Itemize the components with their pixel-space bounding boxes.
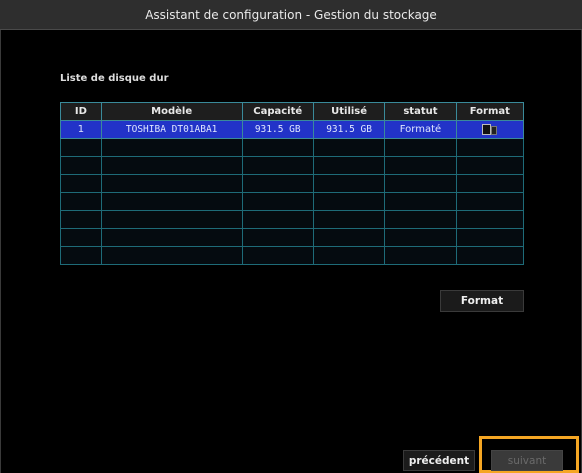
table-cell [455, 192, 525, 211]
next-button[interactable]: suivant [491, 450, 563, 471]
table-cell [384, 174, 457, 193]
table-cell [241, 156, 314, 175]
table-cell [241, 228, 314, 247]
table-cell [241, 210, 314, 229]
table-cell [60, 210, 102, 229]
column-header-capacity: Capacité [241, 102, 314, 121]
table-cell [384, 210, 457, 229]
table-cell [241, 192, 314, 211]
table-cell [312, 246, 386, 265]
column-header-id: ID [60, 102, 102, 121]
table-cell [60, 138, 102, 157]
window-title: Assistant de configuration - Gestion du … [145, 7, 437, 22]
table-cell [241, 138, 314, 157]
table-cell [312, 228, 386, 247]
table-cell [60, 174, 102, 193]
table-cell [312, 192, 386, 211]
table-cell [100, 246, 243, 265]
column-header-status: statut [384, 102, 457, 121]
table-cell [100, 228, 243, 247]
drive-format-icon[interactable] [481, 123, 498, 135]
cell-capacity: 931.5 GB [241, 120, 314, 139]
window-titlebar: Assistant de configuration - Gestion du … [0, 0, 582, 30]
table-cell [455, 246, 525, 265]
disk-list-label: Liste de disque dur [60, 73, 169, 84]
table-cell [312, 138, 386, 157]
table-cell [100, 174, 243, 193]
table-cell [455, 228, 525, 247]
cell-model: TOSHIBA DT01ABA1 [100, 120, 243, 139]
disk-table: ID Modèle Capacité Utilisé statut Format… [60, 102, 525, 265]
table-cell [312, 156, 386, 175]
table-row[interactable] [60, 228, 525, 247]
table-row[interactable] [60, 192, 525, 211]
table-cell [384, 246, 457, 265]
table-cell [384, 228, 457, 247]
table-row[interactable] [60, 210, 525, 229]
cell-status: Formaté [384, 120, 457, 139]
next-button-highlight: suivant [479, 436, 579, 473]
column-header-format: Format [455, 102, 525, 121]
table-cell [241, 246, 314, 265]
table-cell [60, 228, 102, 247]
table-cell [312, 174, 386, 193]
table-row[interactable] [60, 174, 525, 193]
table-cell [384, 192, 457, 211]
table-cell [100, 192, 243, 211]
table-cell [455, 156, 525, 175]
table-cell [384, 138, 457, 157]
format-button[interactable]: Format [440, 290, 524, 312]
table-cell [384, 156, 457, 175]
table-row[interactable]: 1 TOSHIBA DT01ABA1 931.5 GB 931.5 GB For… [60, 120, 525, 139]
column-header-model: Modèle [100, 102, 243, 121]
table-cell [60, 246, 102, 265]
table-row[interactable] [60, 246, 525, 265]
cell-used: 931.5 GB [312, 120, 386, 139]
cell-id: 1 [60, 120, 102, 139]
table-row[interactable] [60, 138, 525, 157]
previous-button[interactable]: précédent [403, 450, 475, 471]
table-cell [100, 138, 243, 157]
table-cell [100, 156, 243, 175]
table-row[interactable] [60, 156, 525, 175]
table-header-row: ID Modèle Capacité Utilisé statut Format [60, 102, 525, 121]
table-cell [100, 210, 243, 229]
table-cell [455, 210, 525, 229]
table-cell [60, 192, 102, 211]
column-header-used: Utilisé [312, 102, 386, 121]
table-cell [60, 156, 102, 175]
table-cell [241, 174, 314, 193]
table-cell [312, 210, 386, 229]
cell-format[interactable] [455, 120, 525, 139]
table-cell [455, 138, 525, 157]
table-cell [455, 174, 525, 193]
